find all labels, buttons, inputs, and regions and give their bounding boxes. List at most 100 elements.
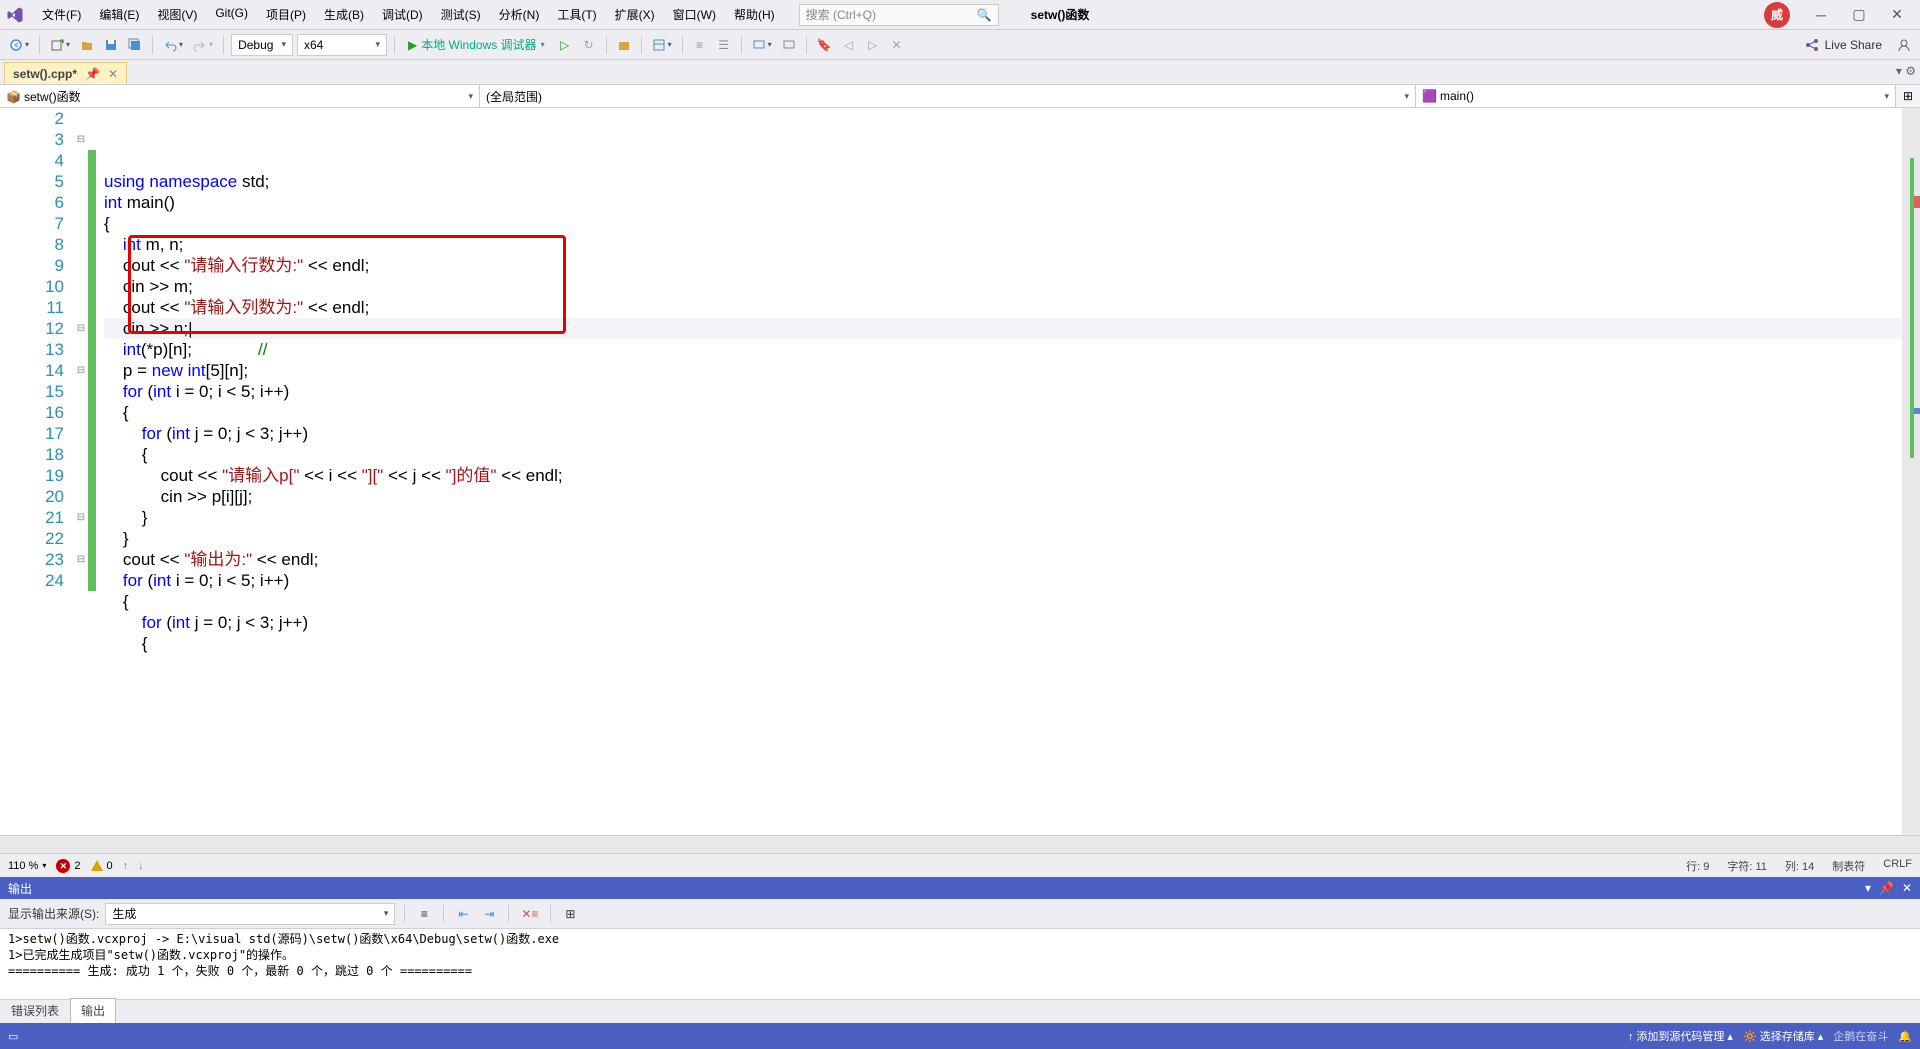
code-line[interactable]: { <box>104 591 1902 612</box>
back-dropdown[interactable] <box>6 34 32 56</box>
svg-text:+: + <box>60 38 64 46</box>
output-clear-icon[interactable]: ≡ <box>414 903 434 925</box>
code-editor[interactable]: 23456789101112131415161718192021222324 ⊟… <box>0 108 1920 835</box>
user-avatar[interactable]: 威 <box>1764 2 1790 28</box>
menu-item[interactable]: 分析(N) <box>491 3 548 26</box>
file-tab-active[interactable]: setw().cpp* 📌 ✕ <box>4 62 127 84</box>
nav-down-icon[interactable]: ↓ <box>138 860 144 872</box>
output-text[interactable]: 1>setw()函数.vcxproj -> E:\visual std(源码)\… <box>0 929 1920 999</box>
minimize-button[interactable]: ─ <box>1804 3 1838 27</box>
live-share-button[interactable]: Live Share <box>1797 38 1890 52</box>
menu-item[interactable]: 工具(T) <box>549 3 604 26</box>
horizontal-scrollbar[interactable] <box>0 835 1920 853</box>
code-line[interactable]: cout << "请输入列数为:" << endl; <box>104 297 1902 318</box>
output-tab[interactable]: 错误列表 <box>0 998 70 1023</box>
notification-bell-icon[interactable]: 🔔 <box>1898 1030 1912 1043</box>
comment-icon[interactable] <box>749 34 775 56</box>
code-line[interactable]: cout << "请输入行数为:" << endl; <box>104 255 1902 276</box>
toolbox-icon[interactable] <box>614 34 634 56</box>
output-tab[interactable]: 输出 <box>70 998 116 1023</box>
redo-button[interactable] <box>190 34 216 56</box>
code-line[interactable]: } <box>104 507 1902 528</box>
code-line[interactable]: for (int i = 0; i < 5; i++) <box>104 381 1902 402</box>
tab-options-dropdown[interactable]: ▾ ⚙ <box>1896 64 1916 78</box>
menu-item[interactable]: 编辑(E) <box>91 3 147 26</box>
code-line[interactable]: p = new int[5][n]; <box>104 360 1902 381</box>
config-combo[interactable]: Debug <box>231 34 293 56</box>
close-button[interactable]: ✕ <box>1880 3 1914 27</box>
tab-close-icon[interactable]: ✕ <box>108 67 118 81</box>
code-line[interactable]: int main() <box>104 192 1902 213</box>
code-line[interactable]: { <box>104 213 1902 234</box>
save-icon[interactable] <box>101 34 121 56</box>
uncomment-icon[interactable] <box>779 34 799 56</box>
scope-combo-1[interactable]: 📦setw()函数 <box>0 85 480 107</box>
output-indent-icon[interactable]: ⇤ <box>453 903 473 925</box>
step-icon[interactable]: ↻ <box>579 34 599 56</box>
code-area[interactable]: using namespace std;int main(){ int m, n… <box>96 108 1902 835</box>
output-toggle-icon[interactable]: ⊞ <box>560 903 580 925</box>
zoom-combo[interactable]: 110 %▾ <box>8 860 46 872</box>
output-wrap-icon[interactable]: ✕≡ <box>518 903 541 925</box>
start-without-debug-icon[interactable]: ▷ <box>555 34 575 56</box>
code-line[interactable]: cin >> m; <box>104 276 1902 297</box>
bookmark-icon[interactable]: 🔖 <box>814 34 835 56</box>
function-icon: 🟪 <box>1422 89 1436 103</box>
code-line[interactable]: cin >> n;| <box>104 318 1902 339</box>
layout-icon[interactable] <box>649 34 675 56</box>
menu-item[interactable]: 扩展(X) <box>607 3 663 26</box>
code-line[interactable]: using namespace std; <box>104 171 1902 192</box>
code-line[interactable]: { <box>104 633 1902 654</box>
code-line[interactable]: int(*p)[n]; // <box>104 339 1902 360</box>
code-line[interactable]: { <box>104 402 1902 423</box>
code-line[interactable]: cin >> p[i][j]; <box>104 486 1902 507</box>
platform-combo[interactable]: x64 <box>297 34 387 56</box>
scope-combo-2[interactable]: (全局范围) <box>480 85 1416 107</box>
menu-item[interactable]: Git(G) <box>207 3 256 26</box>
code-line[interactable]: for (int i = 0; i < 5; i++) <box>104 570 1902 591</box>
scope-combo-3[interactable]: 🟪main() <box>1416 85 1896 107</box>
prev-bookmark-icon[interactable]: ◁ <box>839 34 859 56</box>
code-line[interactable]: { <box>104 444 1902 465</box>
source-control-button[interactable]: ↑ 添加到源代码管理 ▴ <box>1628 1028 1733 1044</box>
misc-icon-1[interactable]: ≡ <box>690 34 710 56</box>
code-line[interactable]: cout << "输出为:" << endl; <box>104 549 1902 570</box>
menu-item[interactable]: 窗口(W) <box>665 3 724 26</box>
next-bookmark-icon[interactable]: ▷ <box>863 34 883 56</box>
search-input[interactable]: 搜索 (Ctrl+Q) 🔍 <box>799 4 999 26</box>
code-line[interactable]: int m, n; <box>104 234 1902 255</box>
output-close-icon[interactable]: ✕ <box>1902 881 1912 895</box>
repo-button[interactable]: 🔆 选择存储库 ▴ <box>1743 1028 1823 1044</box>
fold-column[interactable]: ⊟⊟⊟⊟⊟ <box>74 108 88 835</box>
scroll-overview[interactable] <box>1902 108 1920 835</box>
maximize-button[interactable]: ▢ <box>1842 3 1876 27</box>
menu-item[interactable]: 测试(S) <box>433 3 489 26</box>
menu-item[interactable]: 调试(D) <box>374 3 431 26</box>
new-dropdown[interactable]: + <box>47 34 73 56</box>
misc-icon-2[interactable]: ☰ <box>714 34 734 56</box>
warning-count[interactable]: 0 <box>91 860 113 872</box>
code-line[interactable]: for (int j = 0; j < 3; j++) <box>104 423 1902 444</box>
output-pin-icon[interactable]: 📌 <box>1879 881 1894 895</box>
account-icon[interactable] <box>1894 34 1914 56</box>
pin-icon[interactable]: 📌 <box>85 67 100 81</box>
code-line[interactable]: cout << "请输入p[" << i << "][" << j << "]的… <box>104 465 1902 486</box>
start-debug-button[interactable]: 本地 Windows 调试器 ▾ <box>402 34 551 56</box>
error-count[interactable]: ✕2 <box>56 859 80 873</box>
split-icon[interactable]: ⊞ <box>1896 85 1920 107</box>
menu-item[interactable]: 文件(F) <box>34 3 89 26</box>
undo-button[interactable] <box>160 34 186 56</box>
clear-bookmark-icon[interactable]: ✕ <box>887 34 907 56</box>
open-icon[interactable] <box>77 34 97 56</box>
nav-up-icon[interactable]: ↑ <box>123 860 129 872</box>
code-line[interactable]: } <box>104 528 1902 549</box>
output-dropdown-icon[interactable]: ▾ <box>1865 881 1871 895</box>
menu-item[interactable]: 项目(P) <box>258 3 314 26</box>
save-all-icon[interactable] <box>125 34 145 56</box>
output-outdent-icon[interactable]: ⇥ <box>479 903 499 925</box>
menu-item[interactable]: 生成(B) <box>316 3 372 26</box>
code-line[interactable]: for (int j = 0; j < 3; j++) <box>104 612 1902 633</box>
menu-item[interactable]: 帮助(H) <box>726 3 783 26</box>
menu-item[interactable]: 视图(V) <box>149 3 205 26</box>
output-source-combo[interactable]: 生成 <box>105 903 395 925</box>
